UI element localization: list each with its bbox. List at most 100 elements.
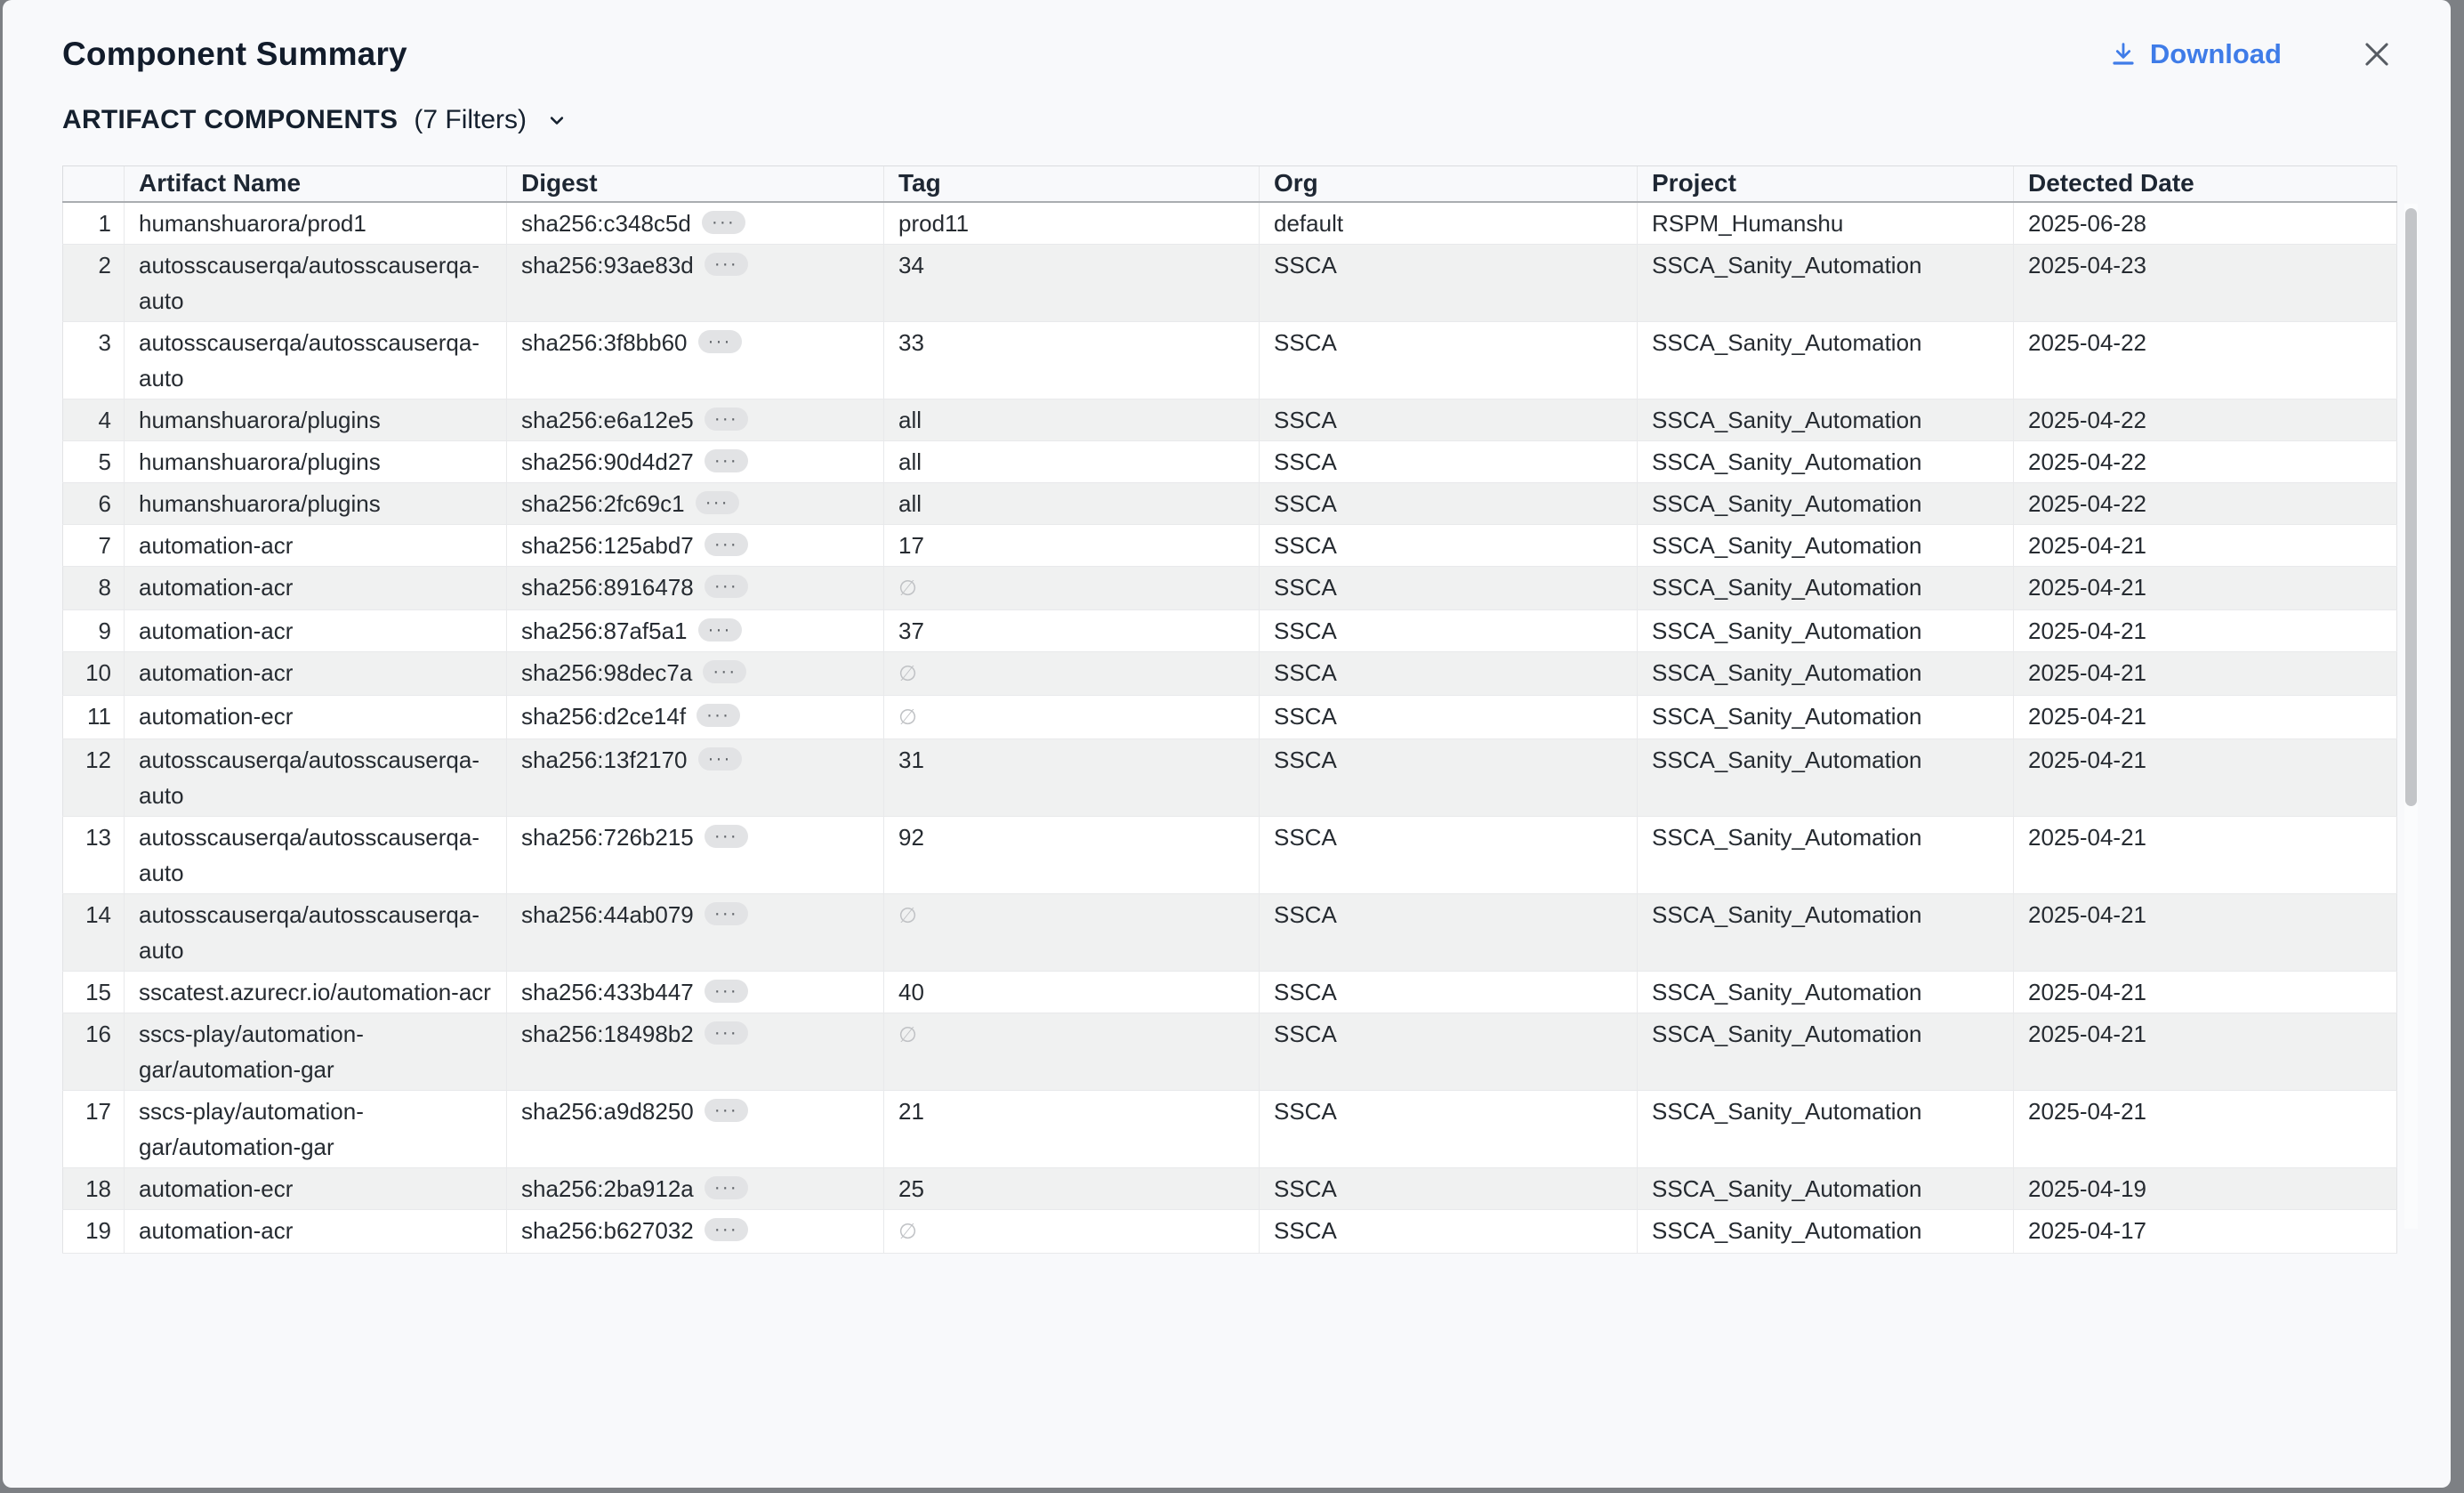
column-header-org[interactable]: Org [1260,166,1638,202]
cell-detected-date: 2025-04-22 [2014,482,2397,524]
digest-ellipsis-badge[interactable]: ··· [698,618,742,642]
table-row[interactable]: 10 automation-acr sha256:98dec7a··· ∅ SS… [63,651,2397,695]
table-row[interactable]: 1 humanshuarora/prod1 sha256:c348c5d··· … [63,202,2397,245]
digest-text: sha256:93ae83d [521,252,694,278]
digest-ellipsis-badge[interactable]: ··· [705,408,748,431]
digest-text: sha256:726b215 [521,824,694,851]
cell-digest: sha256:e6a12e5··· [507,399,884,440]
table-row[interactable]: 2 autosscauserqa/autosscauserqa-auto sha… [63,244,2397,321]
column-header-project[interactable]: Project [1638,166,2014,202]
cell-tag: ∅ [884,1013,1260,1090]
empty-tag-icon: ∅ [898,662,917,686]
artifact-components-table: Artifact Name Digest Tag Org Project Det… [62,165,2418,1254]
digest-ellipsis-badge[interactable]: ··· [696,491,739,514]
digest-ellipsis-badge[interactable]: ··· [703,660,746,683]
table-row[interactable]: 13 autosscauserqa/autosscauserqa-auto sh… [63,816,2397,893]
digest-text: sha256:8916478 [521,574,694,601]
cell-tag: 31 [884,738,1260,816]
column-header-artifact-name[interactable]: Artifact Name [125,166,507,202]
digest-ellipsis-badge[interactable]: ··· [697,704,740,727]
row-number: 2 [63,244,125,321]
table-row[interactable]: 9 automation-acr sha256:87af5a1··· 37 SS… [63,609,2397,651]
digest-ellipsis-badge[interactable]: ··· [705,1021,748,1045]
table-row[interactable]: 16 sscs-play/automation-gar/automation-g… [63,1013,2397,1090]
row-number: 4 [63,399,125,440]
table-row[interactable]: 4 humanshuarora/plugins sha256:e6a12e5··… [63,399,2397,440]
digest-ellipsis-badge[interactable]: ··· [705,449,748,472]
table-row[interactable]: 19 automation-acr sha256:b627032··· ∅ SS… [63,1209,2397,1253]
download-button[interactable]: Download [2109,38,2282,70]
digest-ellipsis-badge[interactable]: ··· [705,902,748,925]
cell-org: SSCA [1260,524,1638,566]
empty-tag-icon: ∅ [898,706,917,730]
digest-text: sha256:2fc69c1 [521,490,685,517]
digest-text: sha256:90d4d27 [521,448,694,475]
cell-digest: sha256:18498b2 ··· [507,1013,884,1090]
download-label: Download [2150,38,2282,70]
cell-org: SSCA [1260,738,1638,816]
vertical-scrollbar[interactable] [2404,204,2418,1229]
digest-text: sha256:98dec7a [521,659,692,686]
digest-text: sha256:18498b2 [521,1021,694,1047]
column-header-digest[interactable]: Digest [507,166,884,202]
chevron-down-icon[interactable] [544,108,569,133]
cell-project: SSCA_Sanity_Automation [1638,524,2014,566]
table-row[interactable]: 6 humanshuarora/plugins sha256:2fc69c1··… [63,482,2397,524]
cell-digest: sha256:87af5a1··· [507,609,884,651]
digest-ellipsis-badge[interactable]: ··· [705,980,748,1003]
digest-ellipsis-badge[interactable]: ··· [705,1218,748,1241]
cell-tag: ∅ [884,651,1260,695]
close-button[interactable] [2360,37,2394,71]
cell-detected-date: 2025-04-21 [2014,695,2397,738]
digest-ellipsis-badge[interactable]: ··· [698,747,742,771]
cell-detected-date: 2025-04-21 [2014,816,2397,893]
table-row[interactable]: 11 automation-ecr sha256:d2ce14f··· ∅ SS… [63,695,2397,738]
digest-ellipsis-badge[interactable]: ··· [705,253,748,276]
cell-digest: sha256:98dec7a ··· [507,651,884,695]
cell-artifact-name: autosscauserqa/autosscauserqa-auto [125,893,507,971]
digest-text: sha256:44ab079 [521,901,694,928]
digest-ellipsis-badge[interactable]: ··· [705,533,748,556]
column-header-tag[interactable]: Tag [884,166,1260,202]
table-row[interactable]: 3 autosscauserqa/autosscauserqa-auto sha… [63,321,2397,399]
table-row[interactable]: 18 automation-ecr sha256:2ba912a··· 25 S… [63,1167,2397,1209]
cell-tag: 34 [884,244,1260,321]
cell-artifact-name: autosscauserqa/autosscauserqa-auto [125,244,507,321]
artifact-components-section-header[interactable]: ARTIFACT COMPONENTS (7 Filters) [3,105,2451,135]
table-row[interactable]: 14 autosscauserqa/autosscauserqa-auto sh… [63,893,2397,971]
cell-detected-date: 2025-04-23 [2014,244,2397,321]
digest-ellipsis-badge[interactable]: ··· [705,1176,748,1199]
scrollbar-thumb[interactable] [2405,208,2417,806]
cell-digest: sha256:93ae83d ··· [507,244,884,321]
cell-artifact-name: humanshuarora/plugins [125,482,507,524]
digest-ellipsis-badge[interactable]: ··· [702,211,745,234]
cell-project: SSCA_Sanity_Automation [1638,738,2014,816]
table-row[interactable]: 7 automation-acr sha256:125abd7··· 17 SS… [63,524,2397,566]
cell-org: default [1260,202,1638,245]
digest-ellipsis-badge[interactable]: ··· [705,825,748,848]
cell-artifact-name: sscatest.azurecr.io/automation-acr [125,971,507,1013]
cell-digest: sha256:d2ce14f··· [507,695,884,738]
cell-artifact-name: humanshuarora/plugins [125,399,507,440]
components-table: Artifact Name Digest Tag Org Project Det… [62,165,2397,1254]
cell-artifact-name: autosscauserqa/autosscauserqa-auto [125,816,507,893]
digest-ellipsis-badge[interactable]: ··· [698,330,742,353]
table-row[interactable]: 12 autosscauserqa/autosscauserqa-auto sh… [63,738,2397,816]
digest-ellipsis-badge[interactable]: ··· [705,1099,748,1122]
cell-project: SSCA_Sanity_Automation [1638,244,2014,321]
cell-detected-date: 2025-04-22 [2014,399,2397,440]
download-icon [2109,39,2138,69]
row-number: 19 [63,1209,125,1253]
table-row[interactable]: 5 humanshuarora/plugins sha256:90d4d27··… [63,440,2397,482]
table-row[interactable]: 17 sscs-play/automation-gar/automation-g… [63,1090,2397,1167]
cell-detected-date: 2025-04-21 [2014,524,2397,566]
cell-project: SSCA_Sanity_Automation [1638,1209,2014,1253]
cell-artifact-name: autosscauserqa/autosscauserqa-auto [125,738,507,816]
cell-detected-date: 2025-04-22 [2014,321,2397,399]
column-header-detected-date[interactable]: Detected Date [2014,166,2397,202]
digest-ellipsis-badge[interactable]: ··· [705,575,748,598]
table-row[interactable]: 15 sscatest.azurecr.io/automation-acr sh… [63,971,2397,1013]
table-row[interactable]: 8 automation-acr sha256:8916478··· ∅ SSC… [63,566,2397,609]
empty-tag-icon: ∅ [898,1220,917,1244]
empty-tag-icon: ∅ [898,1023,917,1047]
